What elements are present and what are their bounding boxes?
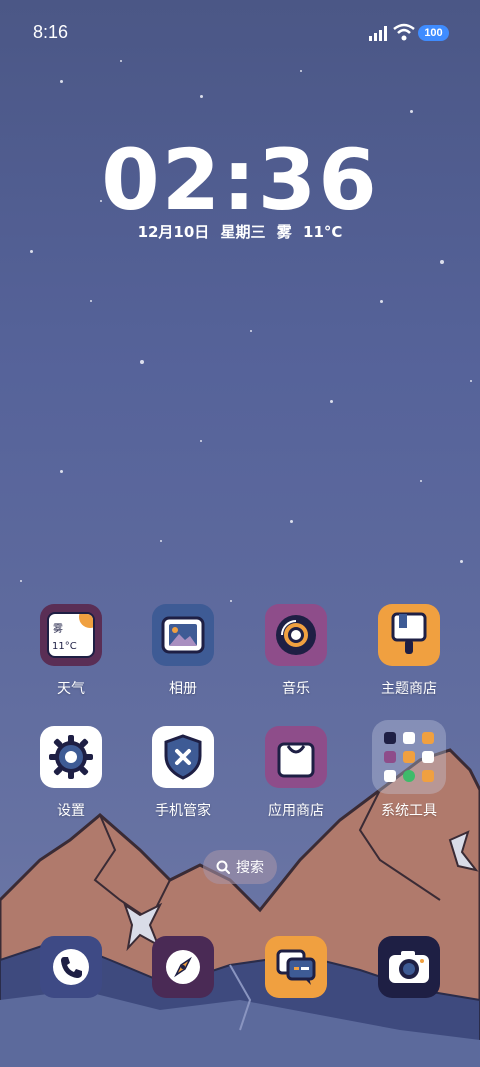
app-music[interactable]: 音乐 bbox=[241, 604, 351, 698]
camera-icon bbox=[389, 951, 429, 983]
app-theme-store[interactable]: 主题商店 bbox=[354, 604, 464, 698]
weekday-text: 星期三 bbox=[220, 223, 266, 241]
date-weather-line[interactable]: 12月10日 星期三 雾 11°C bbox=[0, 221, 480, 242]
battery-badge: 100 bbox=[418, 25, 449, 41]
folder-icon bbox=[372, 720, 446, 794]
dock-browser[interactable] bbox=[152, 936, 214, 998]
gallery-icon bbox=[152, 604, 214, 666]
search-label: 搜索 bbox=[236, 860, 264, 876]
app-settings[interactable]: 设置 bbox=[16, 726, 126, 820]
weather-text: 雾 bbox=[276, 223, 292, 241]
app-label-theme-store: 主题商店 bbox=[381, 681, 437, 697]
app-app-store[interactable]: 应用商店 bbox=[241, 726, 351, 820]
app-label-settings: 设置 bbox=[57, 803, 85, 819]
gear-icon bbox=[40, 726, 102, 788]
security-shield-icon bbox=[152, 726, 214, 788]
app-store-icon bbox=[265, 726, 327, 788]
status-bar: 8:16 100 bbox=[0, 0, 480, 68]
weather-icon: 雾 11°C bbox=[40, 604, 102, 666]
dock-phone[interactable] bbox=[40, 936, 102, 998]
app-label-security: 手机管家 bbox=[155, 803, 211, 819]
phone-icon bbox=[53, 949, 89, 985]
search-button[interactable]: 搜索 bbox=[203, 850, 277, 884]
app-folder-system-tools[interactable]: 系统工具 bbox=[354, 720, 464, 820]
messages-icon bbox=[276, 949, 316, 985]
app-label-gallery: 相册 bbox=[169, 681, 197, 697]
app-weather[interactable]: 雾 11°C 天气 bbox=[16, 604, 126, 698]
app-label-app-store: 应用商店 bbox=[268, 803, 324, 819]
search-icon bbox=[216, 860, 230, 874]
app-gallery[interactable]: 相册 bbox=[128, 604, 238, 698]
music-icon bbox=[265, 604, 327, 666]
dock-messages[interactable] bbox=[265, 936, 327, 998]
browser-compass-icon bbox=[166, 950, 200, 984]
home-clock[interactable]: 02:36 bbox=[0, 138, 480, 222]
theme-store-icon bbox=[378, 604, 440, 666]
dock-camera[interactable] bbox=[378, 936, 440, 998]
wifi-icon bbox=[393, 23, 415, 41]
status-time: 8:16 bbox=[33, 22, 69, 42]
app-label-weather: 天气 bbox=[57, 681, 85, 697]
date-text: 12月10日 bbox=[137, 223, 210, 241]
app-label-music: 音乐 bbox=[282, 681, 310, 697]
signal-icon bbox=[369, 26, 387, 41]
app-label-system-tools: 系统工具 bbox=[381, 803, 437, 819]
app-security[interactable]: 手机管家 bbox=[128, 726, 238, 820]
temperature-text: 11°C bbox=[303, 223, 343, 241]
